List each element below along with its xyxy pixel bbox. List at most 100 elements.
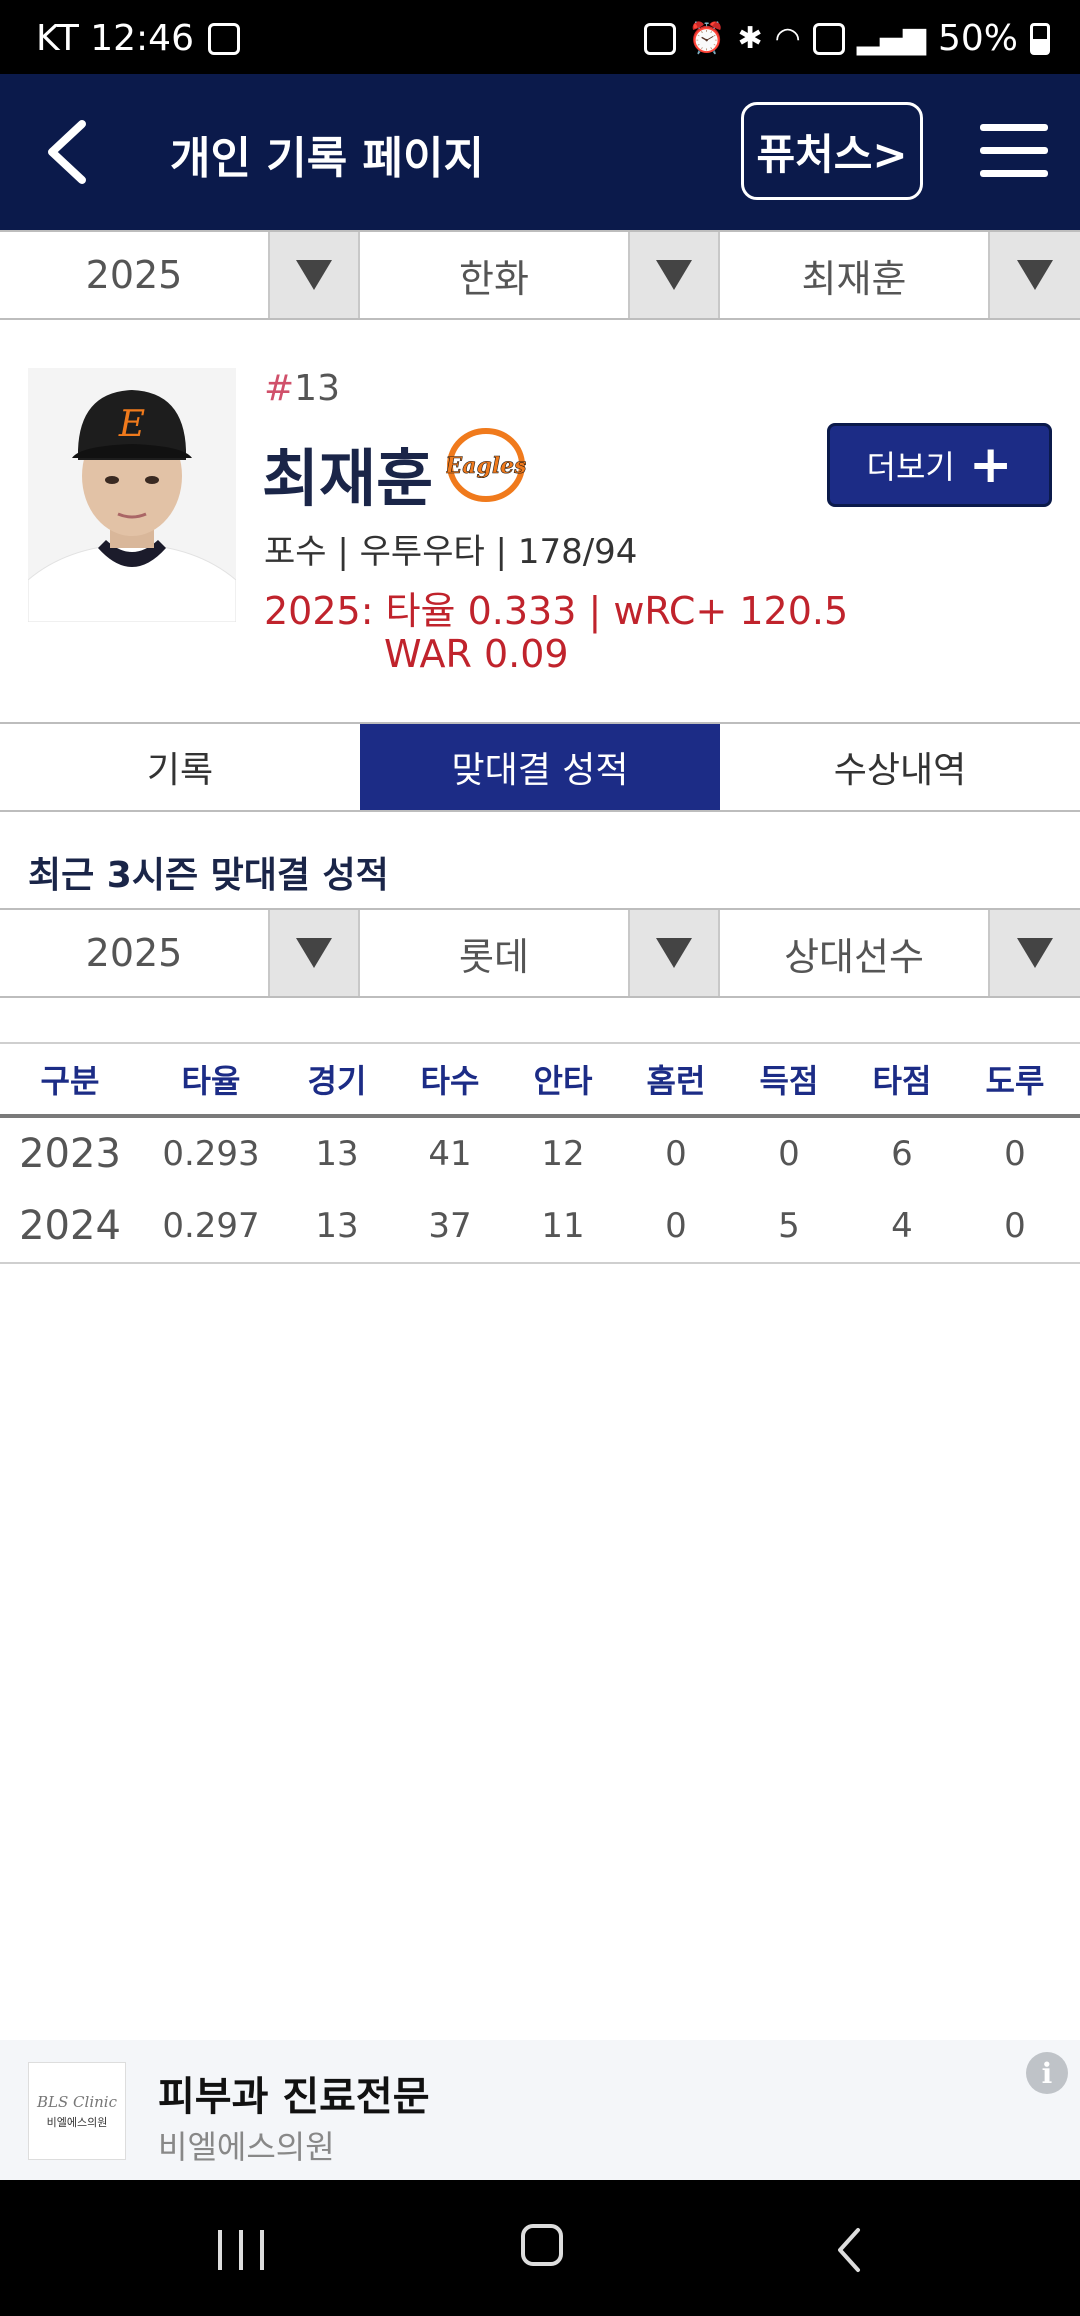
table-row: 2023 0.293 13 41 12 0 0 6 0	[0, 1118, 1080, 1190]
hd-icon	[812, 22, 845, 55]
nav-back-icon[interactable]	[830, 2224, 870, 2276]
column-header: 구분	[40, 1062, 100, 1100]
ad-logo-text: BLS Clinic	[37, 2092, 117, 2111]
tab-matchup[interactable]: 맞대결 성적	[360, 724, 720, 810]
futures-button[interactable]: 퓨처스>	[741, 102, 923, 200]
player-photo: E	[28, 368, 236, 622]
recents-icon[interactable]	[218, 2230, 264, 2270]
dropdown-arrow-icon[interactable]	[988, 232, 1080, 318]
gallery-notification-icon	[208, 22, 240, 55]
wifi-icon: ◠	[774, 21, 801, 56]
ad-subtitle[interactable]: 비엘에스의원	[158, 2122, 335, 2168]
dropdown-arrow-icon[interactable]	[628, 232, 720, 318]
carrier-time: KT 12:46	[36, 18, 194, 59]
column-header: 홈런	[646, 1062, 706, 1100]
ad-logo-subtext: 비엘에스의원	[46, 2115, 108, 2129]
svg-text:Eagles: Eagles	[446, 453, 526, 479]
section-title: 최근 3시즌 맞대결 성적	[28, 855, 389, 896]
menu-button[interactable]	[980, 124, 1048, 178]
year-select-value: 2025	[85, 253, 183, 297]
alarm-icon: ⏰	[688, 21, 726, 56]
number-hash: #	[264, 368, 295, 409]
table-header-row: 구분 타율 경기 타수 안타 홈런 득점 타점 도루	[0, 1042, 1080, 1118]
team-select-value: 한화	[459, 256, 529, 301]
season-stats-line: 2025: 타율 0.333 | wRC+ 120.5	[264, 589, 849, 633]
table-cell: 0	[1004, 1134, 1026, 1174]
dropdown-arrow-icon[interactable]	[268, 232, 360, 318]
column-header: 도루	[985, 1062, 1045, 1100]
opponent-player-value: 상대선수	[784, 934, 924, 979]
player-select[interactable]: 최재훈	[720, 232, 1080, 318]
home-icon[interactable]	[521, 2224, 563, 2266]
number-value: 13	[294, 368, 340, 409]
player-info: 포수 | 우투우타 | 178/94	[264, 532, 638, 572]
eagles-logo-icon: Eagles	[444, 428, 527, 502]
team-select[interactable]: 한화	[360, 232, 720, 318]
more-button-label: 더보기	[866, 448, 955, 486]
player-selector-row: 2025 한화 최재훈	[0, 230, 1080, 320]
page-title: 개인 기록 페이지	[170, 133, 484, 184]
tab-awards[interactable]: 수상내역	[720, 724, 1080, 810]
column-header: 타율	[181, 1062, 241, 1100]
table-cell: 13	[315, 1206, 359, 1246]
info-icon[interactable]: i	[1026, 2052, 1068, 2094]
table-cell: 11	[541, 1206, 585, 1246]
player-number: #13	[264, 368, 340, 409]
column-header: 타수	[420, 1062, 480, 1100]
matchup-year-value: 2025	[85, 931, 183, 975]
system-nav-bar	[0, 2180, 1080, 2316]
hamburger-icon	[980, 124, 1048, 131]
column-header: 타점	[872, 1062, 932, 1100]
dropdown-arrow-icon[interactable]	[268, 910, 360, 996]
season-war: WAR 0.09	[384, 632, 569, 676]
clipboard-icon	[644, 22, 677, 55]
svg-text:E: E	[118, 404, 145, 445]
ad-title[interactable]: 피부과 진료전문	[158, 2064, 430, 2122]
table-cell: 13	[315, 1134, 359, 1174]
table-row: 2024 0.297 13 37 11 0 5 4 0	[0, 1190, 1080, 1262]
ad-logo[interactable]: BLS Clinic 비엘에스의원	[28, 2062, 126, 2160]
column-header: 안타	[533, 1062, 593, 1100]
bluetooth-icon: ✱	[737, 21, 763, 56]
dropdown-arrow-icon[interactable]	[628, 910, 720, 996]
table-cell: 0.297	[162, 1206, 260, 1246]
table-cell: 5	[778, 1206, 800, 1246]
app-bar: 개인 기록 페이지 퓨처스>	[0, 74, 1080, 230]
tab-bar: 기록 맞대결 성적 수상내역	[0, 722, 1080, 812]
column-header: 득점	[759, 1062, 819, 1100]
back-button[interactable]	[36, 114, 106, 190]
status-bar: KT 12:46 ⏰ ✱ ◠ ▂▄▆ 50%	[0, 0, 1080, 74]
back-arrow-icon	[48, 120, 86, 184]
table-cell: 4	[891, 1206, 913, 1246]
signal-icon: ▂▄▆	[856, 21, 926, 56]
table-cell: 0	[665, 1206, 687, 1246]
opponent-player-select[interactable]: 상대선수	[720, 910, 1080, 996]
table-cell: 12	[541, 1134, 585, 1174]
table-cell: 2023	[19, 1131, 121, 1177]
table-cell: 6	[891, 1134, 913, 1174]
matchup-stats-table: 구분 타율 경기 타수 안타 홈런 득점 타점 도루 2023 0.293 13…	[0, 1042, 1080, 1264]
player-select-value: 최재훈	[801, 256, 907, 301]
more-button[interactable]: 더보기 +	[827, 423, 1052, 507]
matchup-selector-row: 2025 롯데 상대선수	[0, 908, 1080, 998]
tab-records[interactable]: 기록	[0, 724, 360, 810]
year-select[interactable]: 2025	[0, 232, 360, 318]
plus-icon: +	[968, 435, 1013, 495]
column-header: 경기	[307, 1062, 367, 1100]
ad-banner[interactable]: BLS Clinic 비엘에스의원 피부과 진료전문 비엘에스의원 i	[0, 2040, 1080, 2180]
table-cell: 37	[428, 1206, 472, 1246]
table-cell: 0.293	[162, 1134, 260, 1174]
table-cell: 0	[665, 1134, 687, 1174]
opponent-team-select[interactable]: 롯데	[360, 910, 720, 996]
player-name: 최재훈	[262, 442, 434, 515]
battery-level: 50%	[937, 18, 1018, 59]
battery-icon	[1030, 22, 1050, 55]
table-cell: 0	[778, 1134, 800, 1174]
table-cell: 0	[1004, 1206, 1026, 1246]
matchup-year-select[interactable]: 2025	[0, 910, 360, 996]
table-cell: 41	[428, 1134, 472, 1174]
dropdown-arrow-icon[interactable]	[988, 910, 1080, 996]
table-cell: 2024	[19, 1203, 121, 1249]
opponent-team-value: 롯데	[459, 934, 529, 979]
table-divider	[0, 1262, 1080, 1264]
